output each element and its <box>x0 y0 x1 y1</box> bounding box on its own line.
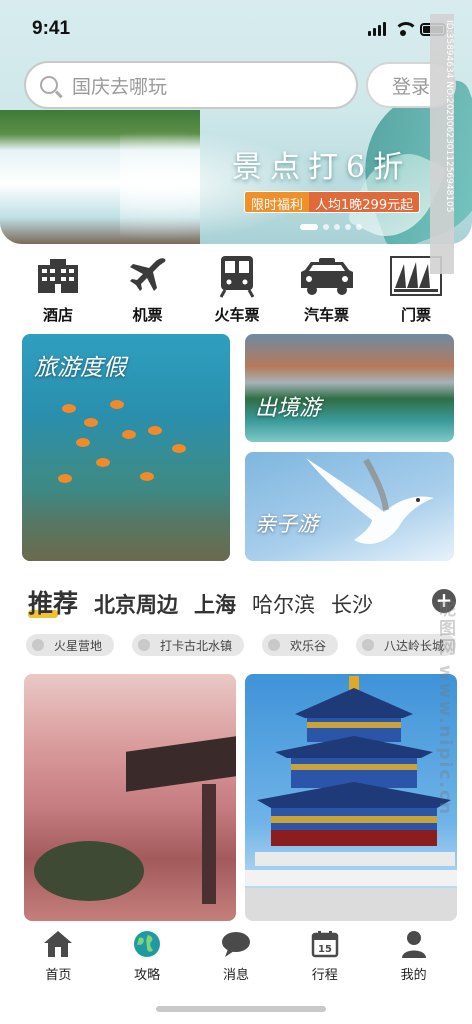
carousel-dot[interactable] <box>345 224 351 230</box>
carousel-dot[interactable] <box>323 224 329 230</box>
home-icon <box>42 928 74 960</box>
photo-card-temple[interactable] <box>245 674 457 921</box>
search-icon <box>40 76 58 94</box>
chip-icon <box>361 639 374 651</box>
tab-harbin[interactable]: 哈尔滨 <box>252 589 315 619</box>
fish-decor <box>122 430 136 439</box>
chip-label: 欢乐谷 <box>289 638 326 653</box>
fish-decor <box>110 400 124 409</box>
chip-item[interactable]: 火星营地 <box>26 634 115 656</box>
chip-label: 打卡古北水镇 <box>159 638 232 653</box>
train-icon <box>219 252 255 300</box>
signal-icon <box>368 22 386 36</box>
fish-decor <box>62 404 76 413</box>
chip-icon <box>32 639 44 651</box>
message-icon <box>220 928 252 960</box>
chip-item[interactable]: 欢乐谷 <box>261 634 338 656</box>
nav-label: 我的 <box>400 968 427 983</box>
category-bus[interactable]: 汽车票 <box>291 252 363 325</box>
fish-decor <box>148 426 162 435</box>
fish-decor <box>76 438 90 447</box>
carousel-dot[interactable] <box>356 224 362 230</box>
seagull-image <box>306 458 434 544</box>
temple-of-heaven-image <box>245 676 457 921</box>
chip-icon <box>137 639 150 651</box>
car-icon <box>299 252 355 300</box>
tile-vacation[interactable]: 旅游度假 <box>22 334 230 561</box>
pavilion-eave <box>126 736 236 792</box>
chip-icon <box>267 639 280 651</box>
fish-decor <box>172 444 186 453</box>
tab-shanghai[interactable]: 上海 <box>194 589 236 619</box>
promo-text: 人均1晚299元起 <box>309 192 420 212</box>
fish-decor <box>84 418 98 427</box>
fish-decor <box>140 472 154 481</box>
search-input[interactable]: 国庆去哪玩 <box>24 61 358 109</box>
watermark-id: ID:35894634 NO:20200623011256948105 <box>430 14 454 274</box>
category-label: 酒店 <box>42 306 73 324</box>
tab-changsha[interactable]: 长沙 <box>331 589 373 619</box>
category-row: 酒店 机票 火车票 汽车票 门票 <box>22 252 452 325</box>
carousel-dot[interactable] <box>334 224 340 230</box>
carousel-dot[interactable] <box>300 224 318 230</box>
chip-item[interactable]: 打卡古北水镇 <box>131 634 244 656</box>
globe-icon <box>133 928 161 960</box>
pavilion-post <box>202 784 216 904</box>
recommend-tabs: 推荐 北京周边 上海 哈尔滨 长沙 <box>28 584 373 620</box>
nav-home[interactable]: 首页 <box>23 928 93 983</box>
nav-itinerary[interactable]: 15 行程 <box>290 928 360 983</box>
reef-decor <box>22 491 230 561</box>
category-hotel[interactable]: 酒店 <box>22 252 94 325</box>
tab-beijing-around[interactable]: 北京周边 <box>94 589 178 619</box>
nav-label: 首页 <box>45 968 72 983</box>
category-label: 机票 <box>132 306 163 324</box>
home-indicator[interactable] <box>156 1006 326 1012</box>
banner-slogan: 景点打6折 <box>232 150 412 185</box>
user-icon <box>400 928 428 960</box>
promo-tag: 限时福利 <box>245 192 310 212</box>
tile-outbound-label: 出境游 <box>255 396 322 421</box>
wifi-icon <box>394 22 418 36</box>
category-label: 火车票 <box>214 306 260 324</box>
tab-recommend[interactable]: 推荐 <box>28 584 78 620</box>
nav-label: 行程 <box>311 968 338 983</box>
nav-label: 消息 <box>222 968 249 983</box>
status-time: 9:41 <box>32 18 71 39</box>
nav-label: 攻略 <box>134 968 161 983</box>
bush-decor <box>34 841 144 901</box>
category-label: 汽车票 <box>303 306 349 324</box>
photo-card-cherry[interactable] <box>24 674 236 921</box>
chip-label: 火星营地 <box>54 638 103 653</box>
category-label: 门票 <box>400 306 431 324</box>
promo-badge[interactable]: 限时福利 人均1晚299元起 <box>244 191 421 213</box>
calendar-icon: 15 <box>311 928 339 960</box>
fish-decor <box>58 474 72 483</box>
hot-chips: 火星营地 打卡古北水镇 欢乐谷 八达岭长城 <box>26 634 456 656</box>
tile-family[interactable]: 亲子游 <box>245 452 454 561</box>
carousel-dots[interactable] <box>300 224 362 230</box>
nav-messages[interactable]: 消息 <box>201 928 271 983</box>
tile-outbound[interactable]: 出境游 <box>245 334 454 442</box>
search-placeholder: 国庆去哪玩 <box>72 75 168 98</box>
tile-family-label: 亲子游 <box>255 512 318 536</box>
tile-vacation-label: 旅游度假 <box>34 355 126 381</box>
nav-guide[interactable]: 攻略 <box>112 928 182 983</box>
bottom-nav: 首页 攻略 消息 15 行程 我的 <box>0 928 472 983</box>
watermark-site: 昵图网 www.nipic.cn <box>435 600 455 817</box>
hotel-icon <box>36 252 80 300</box>
fish-decor <box>96 458 110 467</box>
airplane-icon <box>127 252 169 300</box>
category-flight[interactable]: 机票 <box>112 252 184 325</box>
category-train[interactable]: 火车票 <box>201 252 273 325</box>
calendar-day: 15 <box>318 944 332 955</box>
